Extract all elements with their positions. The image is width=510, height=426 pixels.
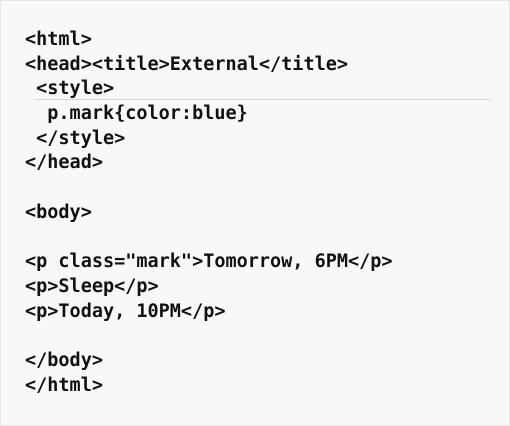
code-line: </html> xyxy=(25,374,103,396)
code-line: <p class="mark">Tomorrow, 6PM</p> xyxy=(25,251,393,273)
code-line: <p>Today, 10PM</p> xyxy=(25,300,226,322)
code-editor[interactable]: <html> <head><title>External</title> <sty… xyxy=(0,0,510,426)
code-line: <style> xyxy=(25,78,115,100)
code-block[interactable]: <html> <head><title>External</title> <sty… xyxy=(25,28,393,398)
code-line: </head> xyxy=(25,152,103,174)
code-line: <p>Sleep</p> xyxy=(25,275,159,297)
code-line: p.mark{color:blue} xyxy=(25,103,248,125)
code-line: <html> xyxy=(25,29,92,50)
code-line: <head><title>External</title> xyxy=(25,53,349,75)
code-line: <body> xyxy=(25,201,92,223)
code-line: </style> xyxy=(25,127,126,149)
code-line: </body> xyxy=(25,349,103,371)
